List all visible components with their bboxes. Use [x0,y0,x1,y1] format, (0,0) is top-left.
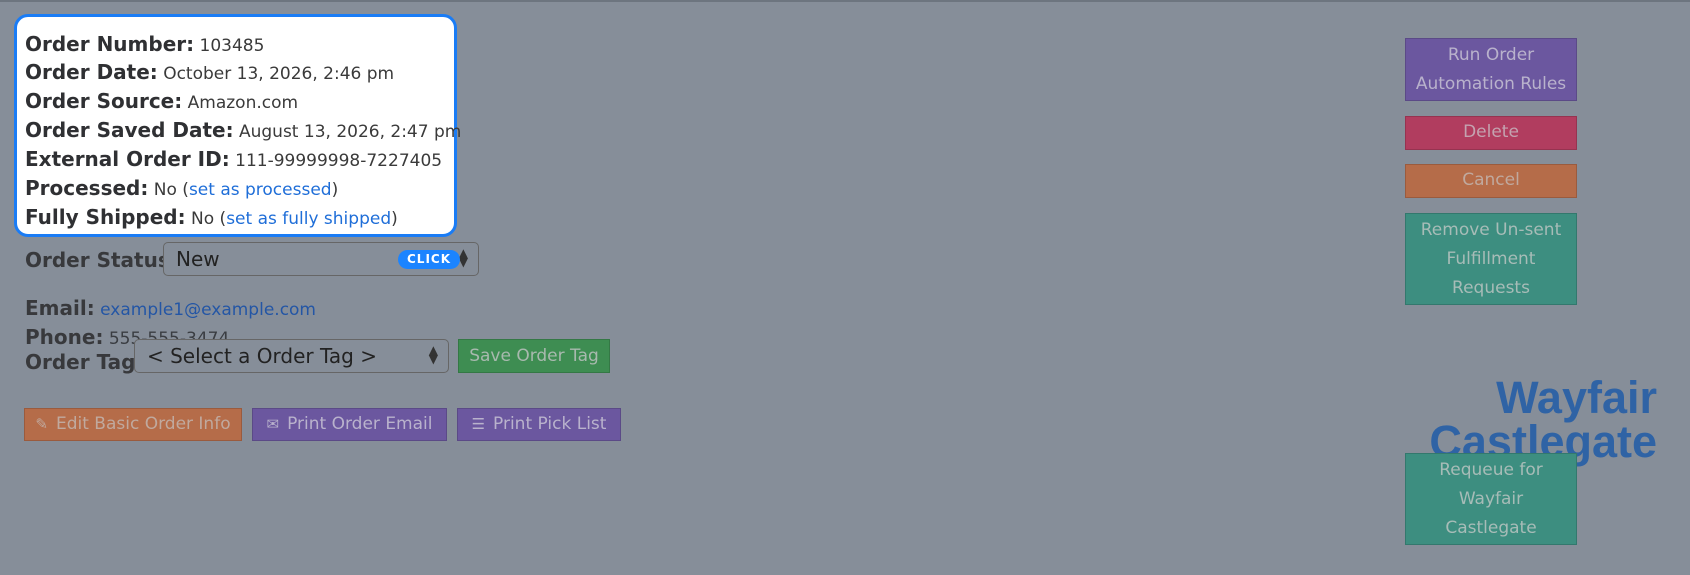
order-date-label: Order Date: [25,60,158,84]
remove-line-3: Requests [1452,278,1530,298]
run-order-automation-rules-button[interactable]: Run Order Automation Rules [1405,38,1577,101]
brand-line-1: Wayfair [1496,372,1657,423]
order-saved-label: Order Saved Date: [25,118,234,142]
shipped-close-paren: ) [391,209,398,229]
requeue-line-2: Wayfair [1458,489,1524,509]
email-link[interactable]: example1@example.com [100,300,316,320]
fully-shipped-value: No ( [191,209,227,229]
run-rules-line-1: Run Order [1447,45,1535,65]
save-order-tag-button[interactable]: Save Order Tag [458,339,610,373]
email-label: Email: [25,296,95,320]
processed-row: Processed: No (set as processed) [25,176,338,200]
order-source-label: Order Source: [25,89,183,113]
print-pick-list-button[interactable]: ☰ Print Pick List [457,408,621,441]
email-row: Email: example1@example.com [25,296,316,320]
processed-value: No ( [153,180,189,200]
print-email-label: Print Order Email [287,414,433,434]
click-badge: CLICK [398,250,460,269]
order-tag-placeholder: < Select a Order Tag > [147,344,377,368]
phone-label: Phone: [25,325,104,349]
list-icon: ☰ [471,415,486,433]
remove-line-1: Remove Un-sent [1420,220,1562,240]
processed-label: Processed: [25,176,149,200]
order-tag-row: Order Tag: [25,350,143,374]
cancel-button[interactable]: Cancel [1405,164,1577,198]
chevron-updown-icon: ▲ ▼ [458,246,468,269]
order-tag-select[interactable]: < Select a Order Tag > ▲ ▼ [134,339,449,373]
order-source-row: Order Source: Amazon.com [25,89,298,113]
requeue-wayfair-castlegate-button[interactable]: Requeue for Wayfair Castlegate [1405,453,1577,545]
fully-shipped-label: Fully Shipped: [25,205,186,229]
external-order-label: External Order ID: [25,147,230,171]
order-saved-row: Order Saved Date: August 13, 2026, 2:47 … [25,118,461,142]
processed-close-paren: ) [331,180,339,200]
order-date-row: Order Date: October 13, 2026, 2:46 pm [25,60,394,84]
order-tag-label: Order Tag: [25,350,144,374]
top-border [0,0,1690,2]
fully-shipped-row: Fully Shipped: No (set as fully shipped) [25,205,398,229]
order-number-row: Order Number: 103485 [25,32,264,56]
edit-basic-order-info-button[interactable]: ✎ Edit Basic Order Info [24,408,242,441]
chevron-updown-icon: ▲ ▼ [428,343,438,366]
external-order-value: 111-99999998-7227405 [235,151,443,171]
set-as-fully-shipped-link[interactable]: set as fully shipped [226,209,391,229]
remove-line-2: Fulfillment [1446,249,1536,269]
order-source-value: Amazon.com [187,93,299,113]
order-number-value: 103485 [199,36,265,56]
wayfair-castlegate-heading: Wayfair Castlegate [1429,372,1657,464]
order-saved-value: August 13, 2026, 2:47 pm [238,122,462,142]
delete-button[interactable]: Delete [1405,116,1577,150]
envelope-icon: ✉ [266,415,280,433]
order-status-row: Order Status: [25,248,178,272]
set-as-processed-link[interactable]: set as processed [189,180,332,200]
run-rules-line-2: Automation Rules [1415,74,1567,94]
remove-unsent-fulfillment-requests-button[interactable]: Remove Un-sent Fulfillment Requests [1405,213,1577,305]
print-order-email-button[interactable]: ✉ Print Order Email [252,408,447,441]
requeue-line-3: Castlegate [1445,518,1537,538]
requeue-line-1: Requeue for [1439,460,1543,480]
order-status-label: Order Status: [25,248,178,272]
order-date-value: October 13, 2026, 2:46 pm [163,64,395,84]
order-number-label: Order Number: [25,32,195,56]
order-status-value: New [176,247,220,271]
edit-button-label: Edit Basic Order Info [55,414,231,434]
external-order-row: External Order ID: 111-99999998-7227405 [25,147,442,171]
pencil-icon: ✎ [35,415,48,433]
pick-list-label: Print Pick List [493,414,607,434]
